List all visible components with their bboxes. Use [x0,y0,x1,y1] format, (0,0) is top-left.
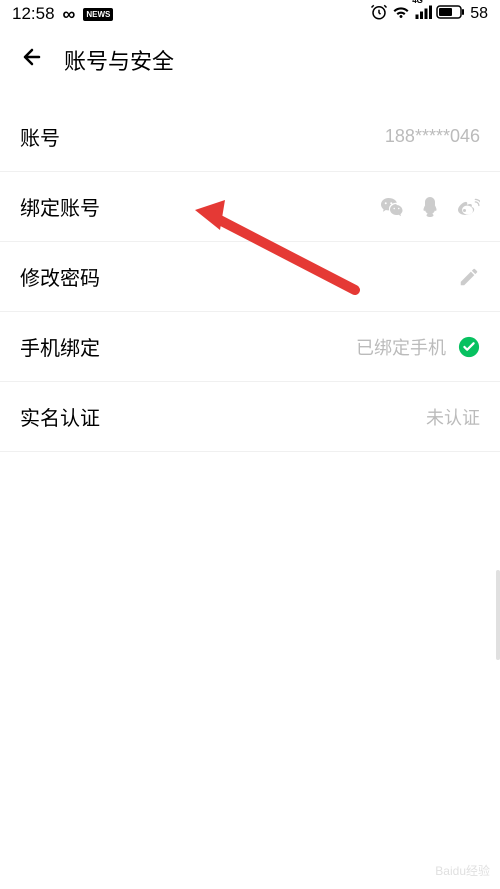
settings-item-real-name[interactable]: 实名认证 未认证 [0,382,500,452]
header: 账号与安全 [0,28,500,92]
phone-bind-right: 已绑定手机 [356,334,480,360]
news-icon: NEWS [83,8,113,21]
weibo-icon [456,195,480,219]
scrollbar[interactable] [496,570,500,660]
check-icon [458,336,480,358]
settings-item-phone-bind[interactable]: 手机绑定 已绑定手机 [0,312,500,382]
real-name-value: 未认证 [426,404,480,430]
settings-item-bind-account[interactable]: 绑定账号 [0,172,500,242]
account-value: 188*****046 [385,126,480,147]
qq-icon [418,195,442,219]
wifi-icon [392,3,410,26]
signal-icon: 4G [414,4,432,25]
status-time: 12:58 [12,4,55,24]
battery-icon [436,5,464,24]
status-bar: 12:58 ∞ NEWS 4G [0,0,500,28]
status-right: 4G 58 [370,3,488,26]
back-button[interactable] [20,45,44,76]
infinity-icon: ∞ [63,4,76,25]
alarm-icon [370,3,388,26]
settings-item-change-password[interactable]: 修改密码 [0,242,500,312]
settings-list: 账号 188*****046 绑定账号 修改密码 手机绑定 已绑定手机 [0,102,500,452]
change-password-label: 修改密码 [20,262,100,291]
phone-bind-value: 已绑定手机 [356,334,446,360]
settings-item-account[interactable]: 账号 188*****046 [0,102,500,172]
real-name-label: 实名认证 [20,402,100,431]
status-left: 12:58 ∞ NEWS [12,4,113,25]
wechat-icon [380,195,404,219]
social-icons [380,195,480,219]
account-label: 账号 [20,122,60,151]
phone-bind-label: 手机绑定 [20,332,100,361]
battery-text: 58 [470,5,488,23]
bind-account-label: 绑定账号 [20,192,100,221]
watermark: Baidu经验 [435,862,490,879]
edit-icon [458,266,480,288]
page-title: 账号与安全 [64,44,174,76]
